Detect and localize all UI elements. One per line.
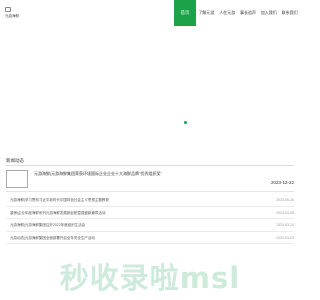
- nav-item-home[interactable]: 首页: [174, 0, 196, 26]
- site-header: 元游海鲜 首页 了解元游 人在元游 事长追声 加入我们 联系我们: [0, 0, 300, 30]
- featured-news-thumbnail[interactable]: [6, 170, 28, 188]
- news-date: 2023-04-05: [276, 210, 294, 215]
- brand-name: 元游海鲜: [5, 14, 19, 18]
- main-nav: 了解元游 人在元游 事长追声 加入我们 联系我们: [196, 0, 300, 26]
- featured-news[interactable]: 元游海鲜|元游海鲜集团荣获环境国际企业企业十大海鲜品牌"优秀组织奖" 2023-…: [6, 170, 294, 190]
- nav-item-chairman[interactable]: 事长追声: [238, 10, 259, 16]
- news-title[interactable]: 重磅|企业年度海鲜系列元游海鲜发展新起航暨强盛新篇章活动: [10, 211, 105, 216]
- divider: [6, 191, 294, 192]
- nav-item-join[interactable]: 加入我们: [258, 10, 279, 16]
- news-title[interactable]: 元游海鲜|元游海鲜集团召开2022年度组织生活会: [10, 223, 85, 228]
- news-list-item[interactable]: 元游海鲜|学习贯彻习近平新时代中国特色社会主义思想主题教育 2023-05-26: [6, 194, 294, 207]
- featured-news-date: 2023-12-22: [270, 180, 294, 185]
- news-title[interactable]: 元游动态|元游海鲜集团全面部署开启全年安全生产活动: [10, 236, 95, 241]
- news-list-item[interactable]: 重磅|企业年度海鲜系列元游海鲜发展新起航暨强盛新篇章活动 2023-04-05: [6, 207, 294, 219]
- hero-carousel[interactable]: [0, 30, 300, 130]
- watermark-text: 秒收录啦msl: [59, 261, 241, 295]
- carousel-dot-active[interactable]: [184, 121, 187, 124]
- news-section-title: 新闻动态: [6, 158, 24, 163]
- news-title[interactable]: 元游海鲜|学习贯彻习近平新时代中国特色社会主义思想主题教育: [10, 198, 109, 203]
- nav-item-about[interactable]: 了解元游: [196, 10, 217, 16]
- nav-item-people[interactable]: 人在元游: [217, 10, 238, 16]
- nav-item-contact[interactable]: 联系我们: [279, 10, 300, 16]
- news-list-item[interactable]: 元游海鲜|元游海鲜集团召开2022年度组织生活会 2023-03-24: [6, 219, 294, 232]
- news-date: 2023-05-26: [276, 198, 294, 202]
- news-date: 2023-03-24: [276, 223, 294, 227]
- logo-icon: [5, 7, 11, 12]
- news-list-item[interactable]: 元游动态|元游海鲜集团全面部署开启全年安全生产活动 2023-03-03: [6, 232, 294, 244]
- news-list: 元游海鲜|学习贯彻习近平新时代中国特色社会主义思想主题教育 2023-05-26…: [6, 194, 294, 244]
- featured-news-title[interactable]: 元游海鲜|元游海鲜集团荣获环境国际企业企业十大海鲜品牌"优秀组织奖": [34, 171, 162, 177]
- news-date: 2023-03-03: [276, 235, 294, 240]
- section-divider: [6, 165, 294, 166]
